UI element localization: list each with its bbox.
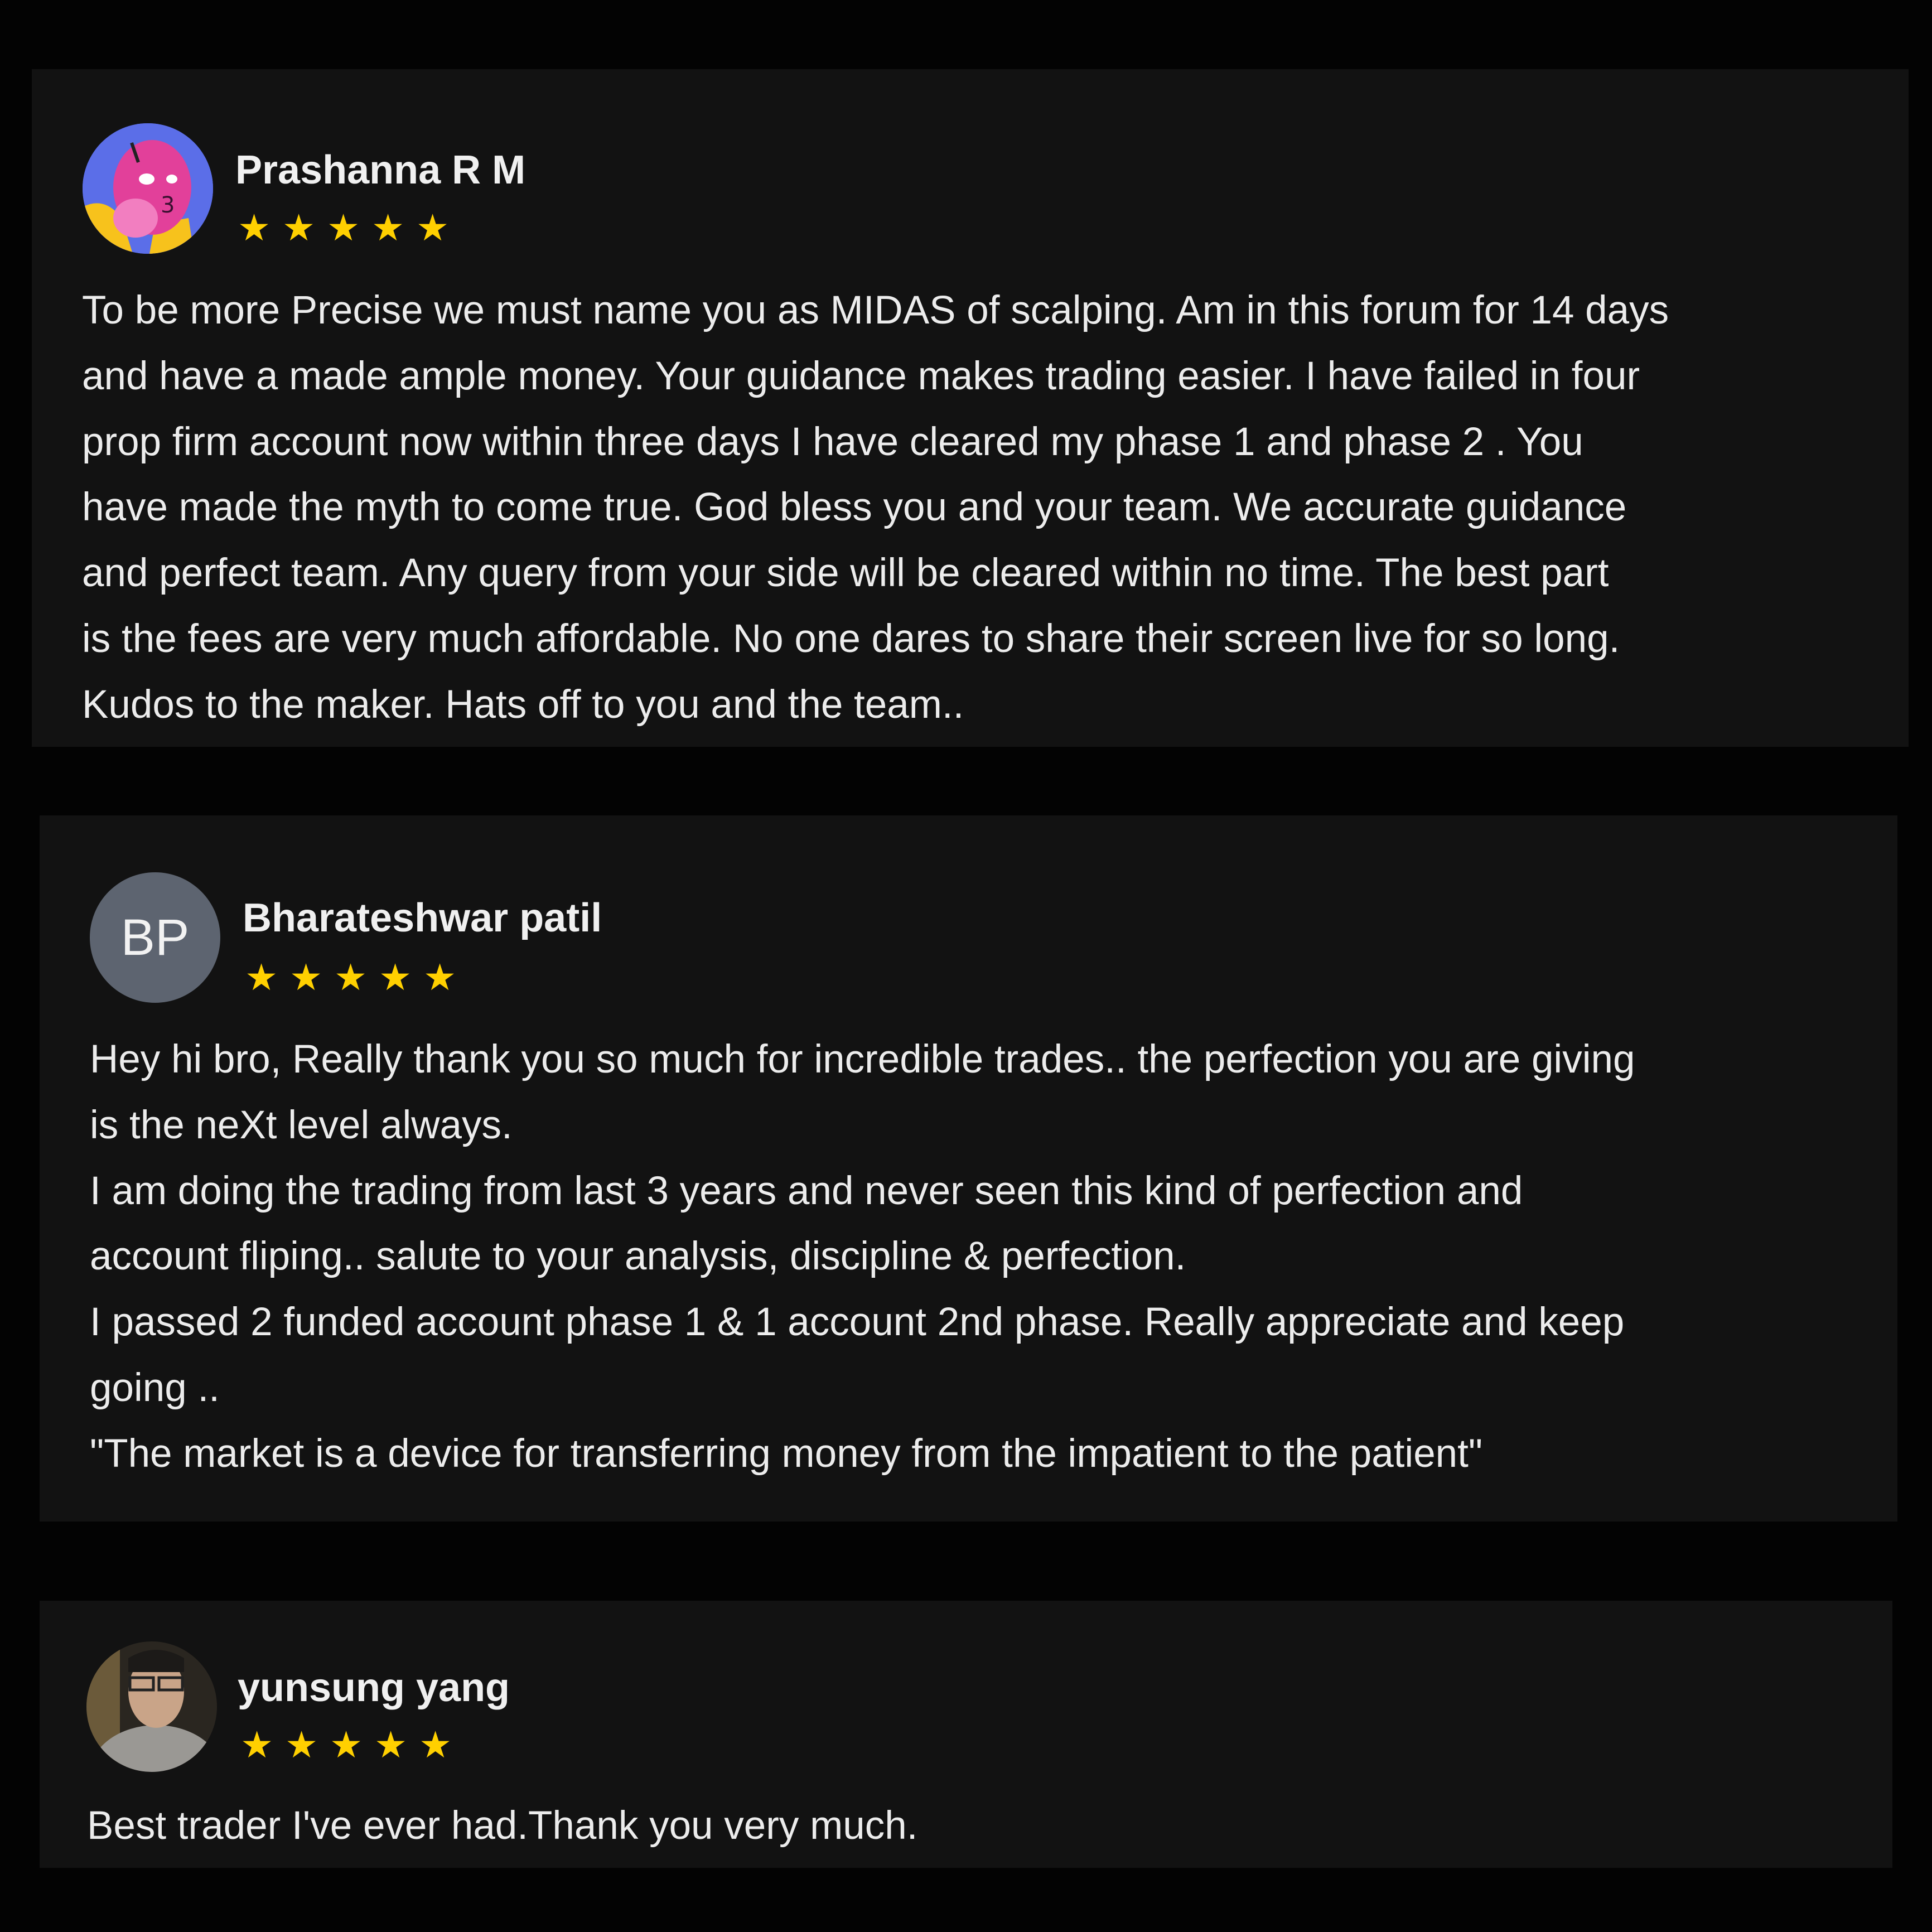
star-icon: ★ [282,207,316,248]
review-line: account fliping.. salute to your analysi… [90,1234,1186,1279]
reviewer-name: yunsung yang [238,1665,510,1710]
star-icon: ★ [379,957,412,998]
avatar [86,1641,217,1772]
star-icon: ★ [240,1724,274,1765]
review-card: BP Bharateshwar patil ★ ★ ★ ★ ★ Hey hi bro, … [40,815,1897,1522]
review-text: Best trader I've ever had.Thank you very… [87,1793,917,1859]
star-icon: ★ [289,957,323,998]
review-line: I am doing the trading from last 3 years… [90,1168,1523,1213]
photo-avatar-icon [86,1641,217,1772]
review-text: Hey hi bro, Really thank you so much for… [90,1027,1635,1487]
star-icon: ★ [238,207,271,248]
star-icon: ★ [327,207,360,248]
star-icon: ★ [245,957,278,998]
review-line: and perfect team. Any query from your si… [82,551,1609,596]
svg-text:3: 3 [161,192,175,218]
review-line: Hey hi bro, Really thank you so much for… [90,1037,1635,1081]
review-line: Kudos to the maker. Hats off to you and … [82,682,964,727]
reviewer-name: Prashanna R M [235,148,526,192]
cartoon-avatar-icon: 3 [83,123,213,254]
review-card: 3 Prashanna R M ★ ★ ★ ★ ★ To be more Precise… [32,69,1909,747]
review-line: To be more Precise we must name you as M… [82,288,1669,332]
review-line: is the neXt level always. [90,1103,513,1147]
review-line: have made the myth to come true. God ble… [82,485,1627,530]
star-rating: ★ ★ ★ ★ ★ [245,957,457,998]
avatar: BP [90,872,220,1003]
star-rating: ★ ★ ★ ★ ★ [240,1724,452,1765]
star-icon: ★ [371,207,405,248]
review-card: yunsung yang ★ ★ ★ ★ ★ Best trader I've ever… [40,1601,1892,1868]
review-text: To be more Precise we must name you as M… [82,278,1669,738]
review-line: and have a made ample money. Your guidan… [82,354,1640,398]
star-icon: ★ [330,1724,363,1765]
star-rating: ★ ★ ★ ★ ★ [238,207,450,248]
review-line: "The market is a device for transferring… [90,1431,1483,1476]
review-line: going .. [90,1365,220,1410]
review-line: I passed 2 funded account phase 1 & 1 ac… [90,1300,1625,1345]
star-icon: ★ [374,1724,408,1765]
review-line: is the fees are very much affordable. No… [82,616,1620,661]
star-icon: ★ [423,957,457,998]
star-icon: ★ [285,1724,318,1765]
avatar: 3 [83,123,213,254]
review-line: prop firm account now within three days … [82,419,1583,464]
reviewer-name: Bharateshwar patil [243,896,602,940]
star-icon: ★ [334,957,368,998]
star-icon: ★ [416,207,450,248]
star-icon: ★ [419,1724,452,1765]
review-line: Best trader I've ever had.Thank you very… [87,1804,918,1848]
